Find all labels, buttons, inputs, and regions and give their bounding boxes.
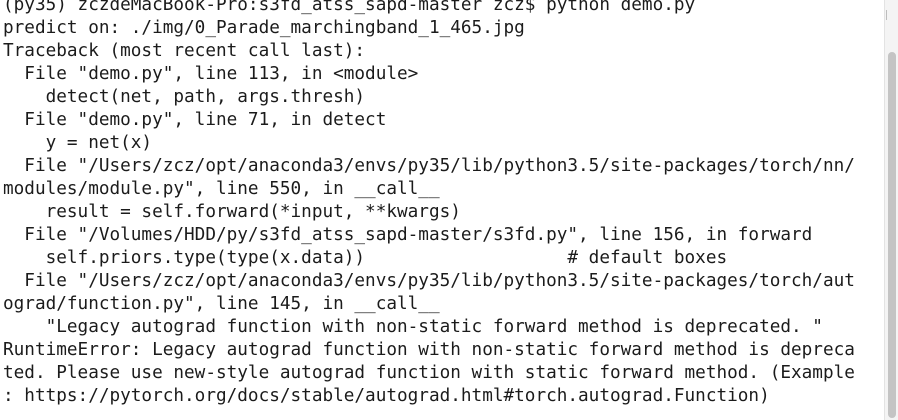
terminal-line: File "demo.py", line 71, in detect: [3, 110, 387, 130]
terminal-line-predict: predict on: ./img/0_Parade_marchingband_…: [3, 18, 525, 38]
terminal-line-error: : https://pytorch.org/docs/stable/autogr…: [3, 386, 770, 406]
terminal-line: File "/Volumes/HDD/py/s3fd_atss_sapd-mas…: [3, 225, 813, 245]
terminal-line: modules/module.py", line 550, in __call_…: [3, 179, 440, 199]
terminal-line: y = net(x): [3, 133, 153, 153]
scrollbar-thumb[interactable]: [888, 52, 896, 418]
terminal-line: self.priors.type(type(x.data)) # default…: [3, 248, 728, 268]
terminal-line: result = self.forward(*input, **kwargs): [3, 202, 461, 222]
terminal-line: File "/Users/zcz/opt/anaconda3/envs/py35…: [3, 156, 855, 176]
terminal-line-traceback: Traceback (most recent call last):: [3, 41, 366, 61]
scrollbar-top-marker: [886, 10, 887, 20]
terminal-line: ograd/function.py", line 145, in __call_…: [3, 294, 440, 314]
terminal-line-error: RuntimeError: Legacy autograd function w…: [3, 340, 855, 360]
terminal-line-prompt: (py35) zczdeMacBook-Pro:s3fd_atss_sapd-m…: [3, 0, 696, 15]
terminal-line: detect(net, path, args.thresh): [3, 87, 366, 107]
vertical-scrollbar[interactable]: [884, 0, 898, 420]
terminal-line-error: ted. Please use new-style autograd funct…: [3, 363, 855, 383]
terminal-line: File "/Users/zcz/opt/anaconda3/envs/py35…: [3, 271, 855, 291]
terminal-line: File "demo.py", line 113, in <module>: [3, 64, 419, 84]
terminal-line: "Legacy autograd function with non-stati…: [3, 317, 823, 337]
terminal-output[interactable]: (py35) zczdeMacBook-Pro:s3fd_atss_sapd-m…: [0, 0, 884, 420]
